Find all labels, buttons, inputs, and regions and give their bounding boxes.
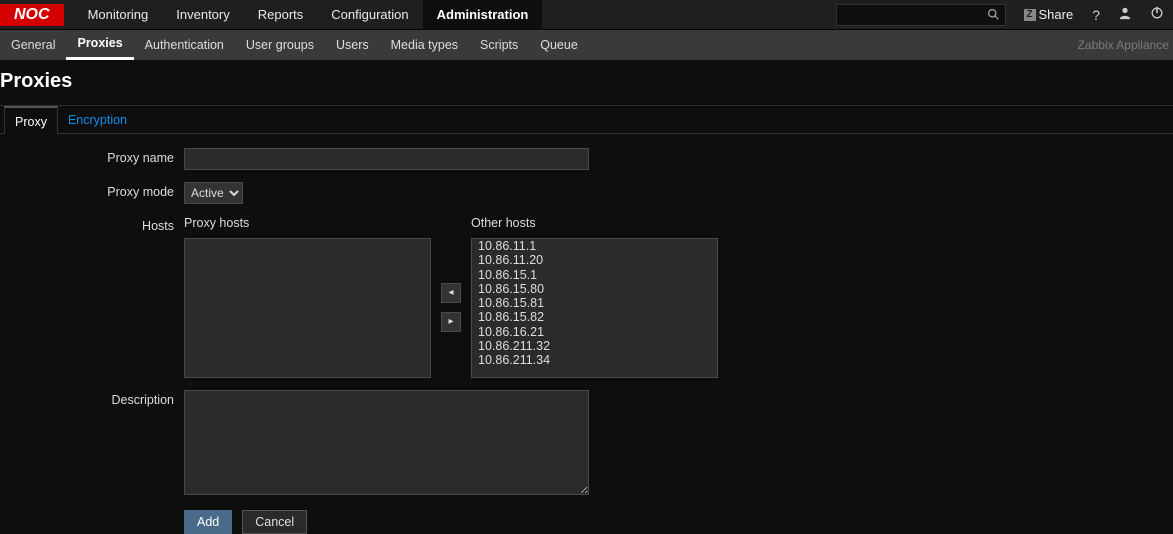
- list-item[interactable]: 10.86.211.34: [472, 353, 717, 367]
- logo[interactable]: NOC: [0, 4, 64, 26]
- tabs: Proxy Encryption: [0, 106, 1173, 134]
- topnav-reports[interactable]: Reports: [244, 0, 318, 30]
- tab-encryption[interactable]: Encryption: [58, 106, 137, 134]
- subnav-queue[interactable]: Queue: [529, 30, 589, 60]
- share-button[interactable]: Z Share: [1014, 7, 1084, 22]
- share-label: Share: [1039, 7, 1074, 22]
- proxy-name-input[interactable]: [184, 148, 589, 170]
- appliance-label: Zabbix Appliance: [1078, 38, 1173, 52]
- subnav-media-types[interactable]: Media types: [380, 30, 469, 60]
- add-button[interactable]: Add: [184, 510, 232, 534]
- search-icon[interactable]: [987, 8, 1000, 24]
- move-left-button[interactable]: ◂: [441, 283, 461, 303]
- list-item[interactable]: 10.86.15.82: [472, 310, 717, 324]
- tab-proxy[interactable]: Proxy: [4, 106, 58, 134]
- subnav-general[interactable]: General: [0, 30, 66, 60]
- list-item[interactable]: 10.86.11.20: [472, 253, 717, 267]
- cancel-button[interactable]: Cancel: [242, 510, 307, 534]
- proxy-mode-select[interactable]: Active: [184, 182, 243, 204]
- topnav-inventory[interactable]: Inventory: [162, 0, 243, 30]
- proxy-mode-label: Proxy mode: [0, 182, 184, 204]
- subnav-users[interactable]: Users: [325, 30, 380, 60]
- list-item[interactable]: 10.86.211.32: [472, 339, 717, 353]
- other-hosts-header: Other hosts: [471, 216, 718, 230]
- description-textarea[interactable]: [184, 390, 589, 495]
- proxy-form: Proxy name Proxy mode Active Hosts Proxy…: [0, 134, 1173, 534]
- share-z-icon: Z: [1024, 9, 1036, 21]
- list-item[interactable]: 10.86.15.80: [472, 282, 717, 296]
- list-item[interactable]: 10.86.16.21: [472, 325, 717, 339]
- triangle-right-icon: ▸: [448, 316, 453, 327]
- user-icon[interactable]: [1109, 6, 1141, 23]
- top-nav: NOC Monitoring Inventory Reports Configu…: [0, 0, 1173, 30]
- list-item[interactable]: 10.86.11.1: [472, 239, 717, 253]
- proxy-hosts-header: Proxy hosts: [184, 216, 431, 230]
- description-label: Description: [0, 390, 184, 498]
- proxy-hosts-listbox[interactable]: [184, 238, 431, 378]
- topnav-administration[interactable]: Administration: [423, 0, 543, 30]
- triangle-left-icon: ◂: [448, 287, 453, 298]
- power-icon[interactable]: [1141, 6, 1173, 23]
- subnav-scripts[interactable]: Scripts: [469, 30, 529, 60]
- other-hosts-listbox[interactable]: 10.86.11.110.86.11.2010.86.15.110.86.15.…: [471, 238, 718, 378]
- sub-nav: General Proxies Authentication User grou…: [0, 30, 1173, 60]
- subnav-proxies[interactable]: Proxies: [66, 30, 133, 60]
- topnav-monitoring[interactable]: Monitoring: [74, 0, 163, 30]
- subnav-user-groups[interactable]: User groups: [235, 30, 325, 60]
- list-item[interactable]: 10.86.15.1: [472, 268, 717, 282]
- topnav-configuration[interactable]: Configuration: [317, 0, 422, 30]
- proxy-name-label: Proxy name: [0, 148, 184, 170]
- search-input[interactable]: [836, 4, 1006, 26]
- list-item[interactable]: 10.86.15.81: [472, 296, 717, 310]
- subnav-authentication[interactable]: Authentication: [134, 30, 235, 60]
- page-title: Proxies: [0, 60, 1173, 105]
- help-icon[interactable]: ?: [1083, 7, 1109, 23]
- move-right-button[interactable]: ▸: [441, 312, 461, 332]
- search-wrap: [836, 4, 1006, 26]
- hosts-label: Hosts: [0, 216, 184, 378]
